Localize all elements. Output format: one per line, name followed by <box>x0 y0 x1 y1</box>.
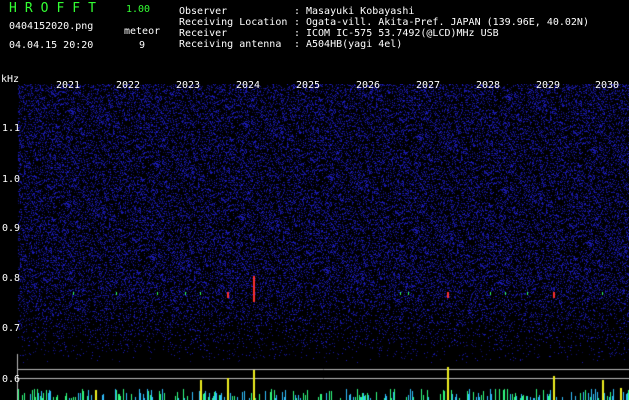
time-axis-tick: 2023 <box>175 80 201 91</box>
metadata-row-location: Receiving Location: Ogata-vill. Akita-Pre… <box>179 17 589 28</box>
metadata-separator: : <box>294 28 301 39</box>
time-axis-tick: 2029 <box>535 80 561 91</box>
metadata-row-observer: Observer: Masayuki Kobayashi <box>179 6 414 17</box>
metadata-key: Receiver <box>179 28 228 39</box>
time-axis-tick: 2030 <box>594 80 620 91</box>
time-axis-tick: 2022 <box>115 80 141 91</box>
frequency-axis-tick: 1.1 <box>2 123 21 134</box>
capture-timestamp: 04.04.15 20:20 <box>9 40 94 51</box>
meteor-count-label: meteor <box>124 26 161 37</box>
metadata-key: Receiving Location <box>179 17 288 28</box>
image-filename: 0404152020.png <box>9 21 94 32</box>
app-version: 1.00 <box>126 4 151 15</box>
spectrogram-canvas <box>0 84 629 400</box>
app-title: HROFFT <box>9 1 104 16</box>
time-axis-tick: 2024 <box>235 80 261 91</box>
metadata-value: A504HB(yagi 4el) <box>306 39 403 50</box>
frequency-unit-label: kHz <box>1 74 20 85</box>
metadata-row-receiver: Receiver: ICOM IC-575 53.7492(@LCD)MHz US… <box>179 28 499 39</box>
time-axis-tick: 2026 <box>355 80 381 91</box>
time-axis-tick: 2021 <box>55 80 81 91</box>
frequency-axis-tick: 0.7 <box>2 323 21 334</box>
metadata-value: Ogata-vill. Akita-Pref. JAPAN (139.96E, … <box>306 17 589 28</box>
metadata-value: ICOM IC-575 53.7492(@LCD)MHz USB <box>306 28 499 39</box>
metadata-key: Observer <box>179 6 228 17</box>
metadata-separator: : <box>294 39 301 50</box>
metadata-key: Receiving antenna <box>179 39 282 50</box>
frequency-axis-tick: 1.0 <box>2 174 21 185</box>
frequency-axis-tick: 0.9 <box>2 223 21 234</box>
meteor-count-value: 9 <box>139 40 146 51</box>
time-axis-tick: 2028 <box>475 80 501 91</box>
metadata-separator: : <box>294 6 301 17</box>
frequency-axis-tick: 0.8 <box>2 273 21 284</box>
frequency-axis-tick: 0.6 <box>2 374 21 385</box>
metadata-value: Masayuki Kobayashi <box>306 6 415 17</box>
time-axis-tick: 2027 <box>415 80 441 91</box>
metadata-row-antenna: Receiving antenna: A504HB(yagi 4el) <box>179 39 402 50</box>
metadata-separator: : <box>294 17 301 28</box>
time-axis-tick: 2025 <box>295 80 321 91</box>
